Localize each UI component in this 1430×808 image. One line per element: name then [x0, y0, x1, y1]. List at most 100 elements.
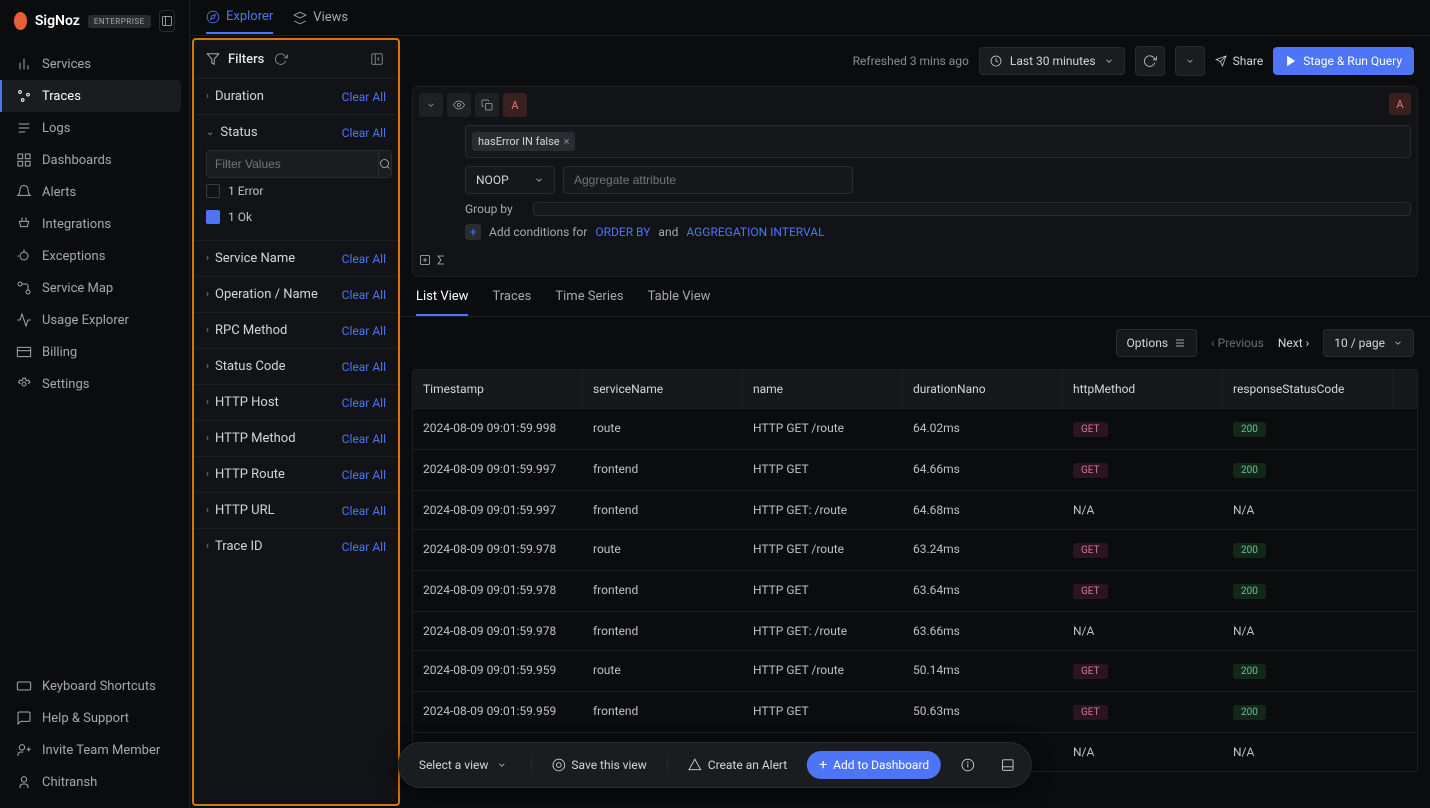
nav-invite[interactable]: Invite Team Member — [0, 734, 189, 766]
options-button[interactable]: Options — [1116, 329, 1198, 357]
clear-filter-button[interactable]: Clear All — [342, 540, 386, 554]
refresh-options-button[interactable] — [1175, 46, 1205, 76]
vtab-list[interactable]: List View — [416, 289, 468, 316]
table-controls: Options ‹ Previous Next › 10 / page — [400, 317, 1430, 369]
nav-logs[interactable]: Logs — [0, 112, 189, 144]
add-dashboard-button[interactable]: +Add to Dashboard — [807, 751, 941, 779]
expand-button[interactable] — [995, 754, 1021, 776]
tab-views[interactable]: Views — [293, 2, 348, 33]
nav-billing[interactable]: Billing — [0, 336, 189, 368]
filter-group-header[interactable]: ›HTTP URLClear All — [194, 493, 398, 528]
add-query-button[interactable] — [419, 254, 431, 270]
filter-search-button[interactable] — [379, 150, 392, 178]
nav-help[interactable]: Help & Support — [0, 702, 189, 734]
add-condition-button[interactable]: + — [465, 224, 481, 240]
clear-filter-button[interactable]: Clear All — [342, 252, 386, 266]
filter-group-header[interactable]: ›HTTP RouteClear All — [194, 457, 398, 492]
clear-filter-button[interactable]: Clear All — [342, 324, 386, 338]
col-timestamp[interactable]: Timestamp — [413, 370, 583, 408]
nav-exceptions[interactable]: Exceptions — [0, 240, 189, 272]
collapse-filters-button[interactable] — [368, 50, 386, 68]
filter-option[interactable]: 1 Ok — [206, 204, 386, 230]
clear-filter-button[interactable]: Clear All — [342, 126, 386, 140]
clear-filter-button[interactable]: Clear All — [342, 360, 386, 374]
refresh-button[interactable] — [1135, 46, 1165, 76]
where-input[interactable]: hasError IN false× — [465, 125, 1411, 158]
agg-interval-link[interactable]: AGGREGATION INTERVAL — [686, 225, 824, 239]
col-service[interactable]: serviceName — [583, 370, 743, 408]
clear-filter-button[interactable]: Clear All — [342, 288, 386, 302]
query-label-a[interactable]: A — [503, 93, 527, 117]
filter-search-input[interactable] — [206, 150, 379, 178]
filter-group-header[interactable]: ›Service NameClear All — [194, 241, 398, 276]
vtab-timeseries[interactable]: Time Series — [555, 289, 623, 316]
clear-filter-button[interactable]: Clear All — [342, 504, 386, 518]
scatter-icon — [16, 88, 32, 104]
table-row[interactable]: 2024-08-09 09:01:59.978frontendHTTP GET6… — [413, 570, 1417, 611]
filter-group-header[interactable]: ›RPC MethodClear All — [194, 313, 398, 348]
page-size-select[interactable]: 10 / page — [1323, 329, 1414, 357]
nav-settings[interactable]: Settings — [0, 368, 189, 400]
nav-integrations[interactable]: Integrations — [0, 208, 189, 240]
vtab-traces[interactable]: Traces — [492, 289, 531, 316]
filter-group-header[interactable]: ›HTTP HostClear All — [194, 385, 398, 420]
filter-group-header[interactable]: ›HTTP MethodClear All — [194, 421, 398, 456]
nav-shortcuts[interactable]: Keyboard Shortcuts — [0, 670, 189, 702]
brand-name: SigNoz — [35, 13, 80, 29]
aggregate-attr-input[interactable] — [563, 166, 853, 194]
filter-option[interactable]: 1 Error — [206, 178, 386, 204]
prev-button[interactable]: ‹ Previous — [1207, 332, 1268, 354]
clear-filter-button[interactable]: Clear All — [342, 396, 386, 410]
query-controls: A — [419, 93, 1411, 117]
table-row[interactable]: 2024-08-09 09:01:59.959frontendHTTP GET5… — [413, 691, 1417, 732]
tab-explorer[interactable]: Explorer — [206, 1, 273, 34]
clear-filter-button[interactable]: Clear All — [342, 90, 386, 104]
nav-alerts[interactable]: Alerts — [0, 176, 189, 208]
nav-dashboards[interactable]: Dashboards — [0, 144, 189, 176]
aggregate-op-select[interactable]: NOOP — [465, 166, 555, 194]
orderby-link[interactable]: ORDER BY — [595, 225, 650, 239]
filter-group-header[interactable]: ›Status CodeClear All — [194, 349, 398, 384]
vtab-table[interactable]: Table View — [648, 289, 711, 316]
collapse-query-button[interactable] — [419, 93, 443, 117]
bug-icon — [16, 248, 32, 264]
nav-services[interactable]: Services — [0, 48, 189, 80]
filter-group-header[interactable]: ›Trace IDClear All — [194, 529, 398, 564]
table-row[interactable]: 2024-08-09 09:01:59.978routeHTTP GET /ro… — [413, 529, 1417, 570]
add-formula-button[interactable] — [435, 254, 447, 270]
table-row[interactable]: 2024-08-09 09:01:59.959routeHTTP GET /ro… — [413, 650, 1417, 691]
select-view-dropdown[interactable]: Select a view — [409, 752, 517, 778]
clear-filter-button[interactable]: Clear All — [342, 468, 386, 482]
nav-traces[interactable]: Traces — [0, 80, 181, 112]
nav-usage-explorer[interactable]: Usage Explorer — [0, 304, 189, 336]
table-row[interactable]: 2024-08-09 09:01:59.978frontendHTTP GET:… — [413, 611, 1417, 650]
collapse-sidebar-button[interactable] — [159, 10, 175, 32]
filters-title: Filters — [228, 52, 264, 67]
remove-tag-button[interactable]: × — [564, 135, 570, 148]
time-range-dropdown[interactable]: Last 30 minutes — [979, 47, 1125, 75]
filter-group-header[interactable]: ›DurationClear All — [194, 79, 398, 114]
filter-group-header[interactable]: ›Operation / NameClear All — [194, 277, 398, 312]
share-button[interactable]: Share — [1215, 54, 1264, 68]
filter-group-header[interactable]: ⌄StatusClear All — [194, 115, 398, 150]
col-duration[interactable]: durationNano — [903, 370, 1063, 408]
col-status[interactable]: responseStatusCode — [1223, 370, 1393, 408]
table-row[interactable]: 2024-08-09 09:01:59.997frontendHTTP GET6… — [413, 449, 1417, 490]
visibility-button[interactable] — [447, 93, 471, 117]
col-method[interactable]: httpMethod — [1063, 370, 1223, 408]
table-row[interactable]: 2024-08-09 09:01:59.997frontendHTTP GET:… — [413, 490, 1417, 529]
nav-service-map[interactable]: Service Map — [0, 272, 189, 304]
table-row[interactable]: 2024-08-09 09:01:59.998routeHTTP GET /ro… — [413, 408, 1417, 449]
nav-user[interactable]: Chitransh — [0, 766, 189, 798]
save-view-button[interactable]: Save this view — [545, 754, 652, 776]
clear-filter-button[interactable]: Clear All — [342, 432, 386, 446]
copy-query-button[interactable] — [475, 93, 499, 117]
chevron-down-icon — [1393, 338, 1403, 348]
next-button[interactable]: Next › — [1274, 332, 1313, 354]
col-name[interactable]: name — [743, 370, 903, 408]
info-button[interactable] — [955, 754, 981, 776]
sync-filters-button[interactable] — [272, 50, 290, 68]
run-query-button[interactable]: Stage & Run Query — [1273, 47, 1414, 75]
groupby-input[interactable] — [533, 202, 1411, 216]
create-alert-button[interactable]: Create an Alert — [682, 754, 793, 776]
